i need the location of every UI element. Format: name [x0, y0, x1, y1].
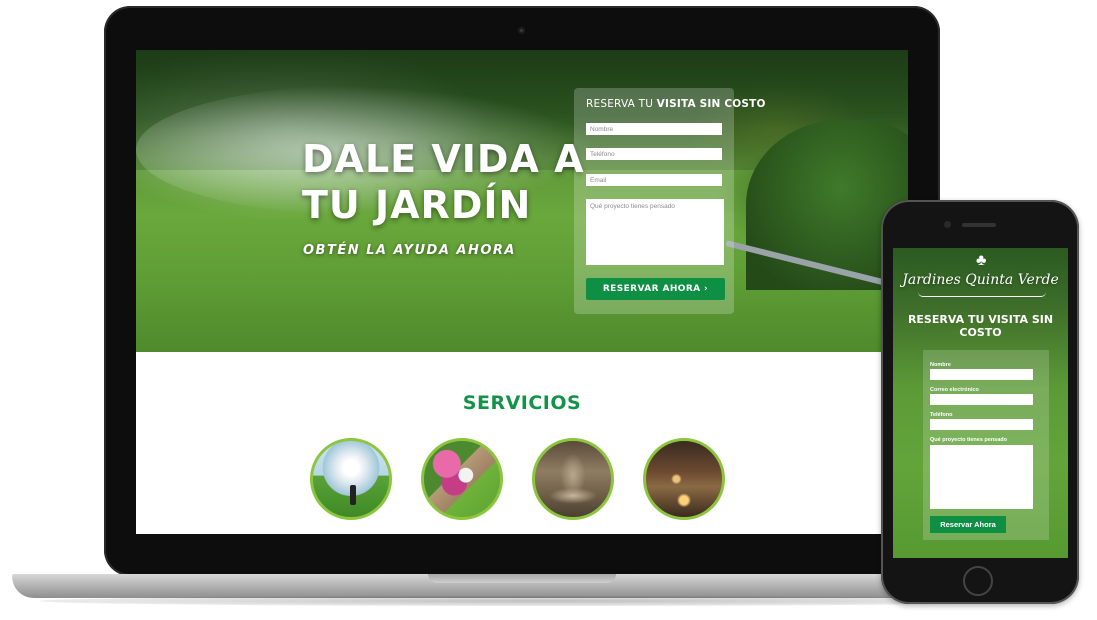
mobile-phone-label: Teléfono: [930, 412, 953, 418]
mobile-name-label: Nombre: [930, 362, 951, 368]
mobile-project-textarea[interactable]: [930, 445, 1033, 509]
laptop-screen: DALE VIDA A TU JARDÍN OBTÉN LA AYUDA AHO…: [136, 50, 908, 534]
service-irrigation-image[interactable]: [310, 438, 392, 520]
mobile-phone-input[interactable]: [930, 419, 1033, 430]
booking-form-title: RESERVA TU VISITA SIN COSTO: [586, 98, 766, 110]
mobile-reserve-now-button[interactable]: Reservar Ahora: [930, 516, 1006, 533]
phone-speaker: [962, 223, 996, 227]
service-lighting-image[interactable]: [643, 438, 725, 520]
phone-input[interactable]: [586, 148, 722, 160]
service-fountain-image[interactable]: [532, 438, 614, 520]
clover-icon: ♣: [976, 252, 987, 269]
reserve-now-button[interactable]: RESERVAR AHORA ›: [586, 278, 725, 300]
hero-title-line1: DALE VIDA A: [302, 137, 585, 181]
booking-form-title-emphasis: VISITA SIN COSTO: [656, 98, 766, 110]
mobile-logo-text: Jardines Quinta Verde: [902, 272, 1059, 288]
mobile-form-title: RESERVA TU VISITA SIN COSTO: [907, 313, 1054, 339]
booking-form: RESERVA TU VISITA SIN COSTO RESERVAR AHO…: [574, 88, 765, 314]
mobile-project-label: Qué proyecto tienes pensado: [930, 437, 1008, 443]
phone-home-button: [963, 566, 993, 596]
project-textarea[interactable]: [586, 199, 724, 265]
mobile-logo-swash: [918, 292, 1046, 297]
hero-subtitle: OBTÉN LA AYUDA AHORA: [303, 243, 516, 258]
mobile-email-input[interactable]: [930, 394, 1033, 405]
phone-camera: [944, 221, 951, 228]
hero-title: DALE VIDA A TU JARDÍN: [302, 136, 585, 228]
mobile-name-input[interactable]: [930, 369, 1033, 380]
email-input[interactable]: [586, 174, 722, 186]
services-title: SERVICIOS: [462, 392, 582, 414]
booking-form-title-prefix: RESERVA TU: [586, 98, 654, 110]
name-input[interactable]: [586, 123, 722, 135]
hero-section: DALE VIDA A TU JARDÍN OBTÉN LA AYUDA AHO…: [136, 50, 908, 352]
hero-title-line2: TU JARDÍN: [302, 183, 532, 227]
service-gardening-image[interactable]: [421, 438, 503, 520]
laptop-notch: [428, 574, 616, 583]
mobile-email-label: Correo electrónico: [930, 387, 979, 393]
laptop-camera: [518, 27, 525, 34]
